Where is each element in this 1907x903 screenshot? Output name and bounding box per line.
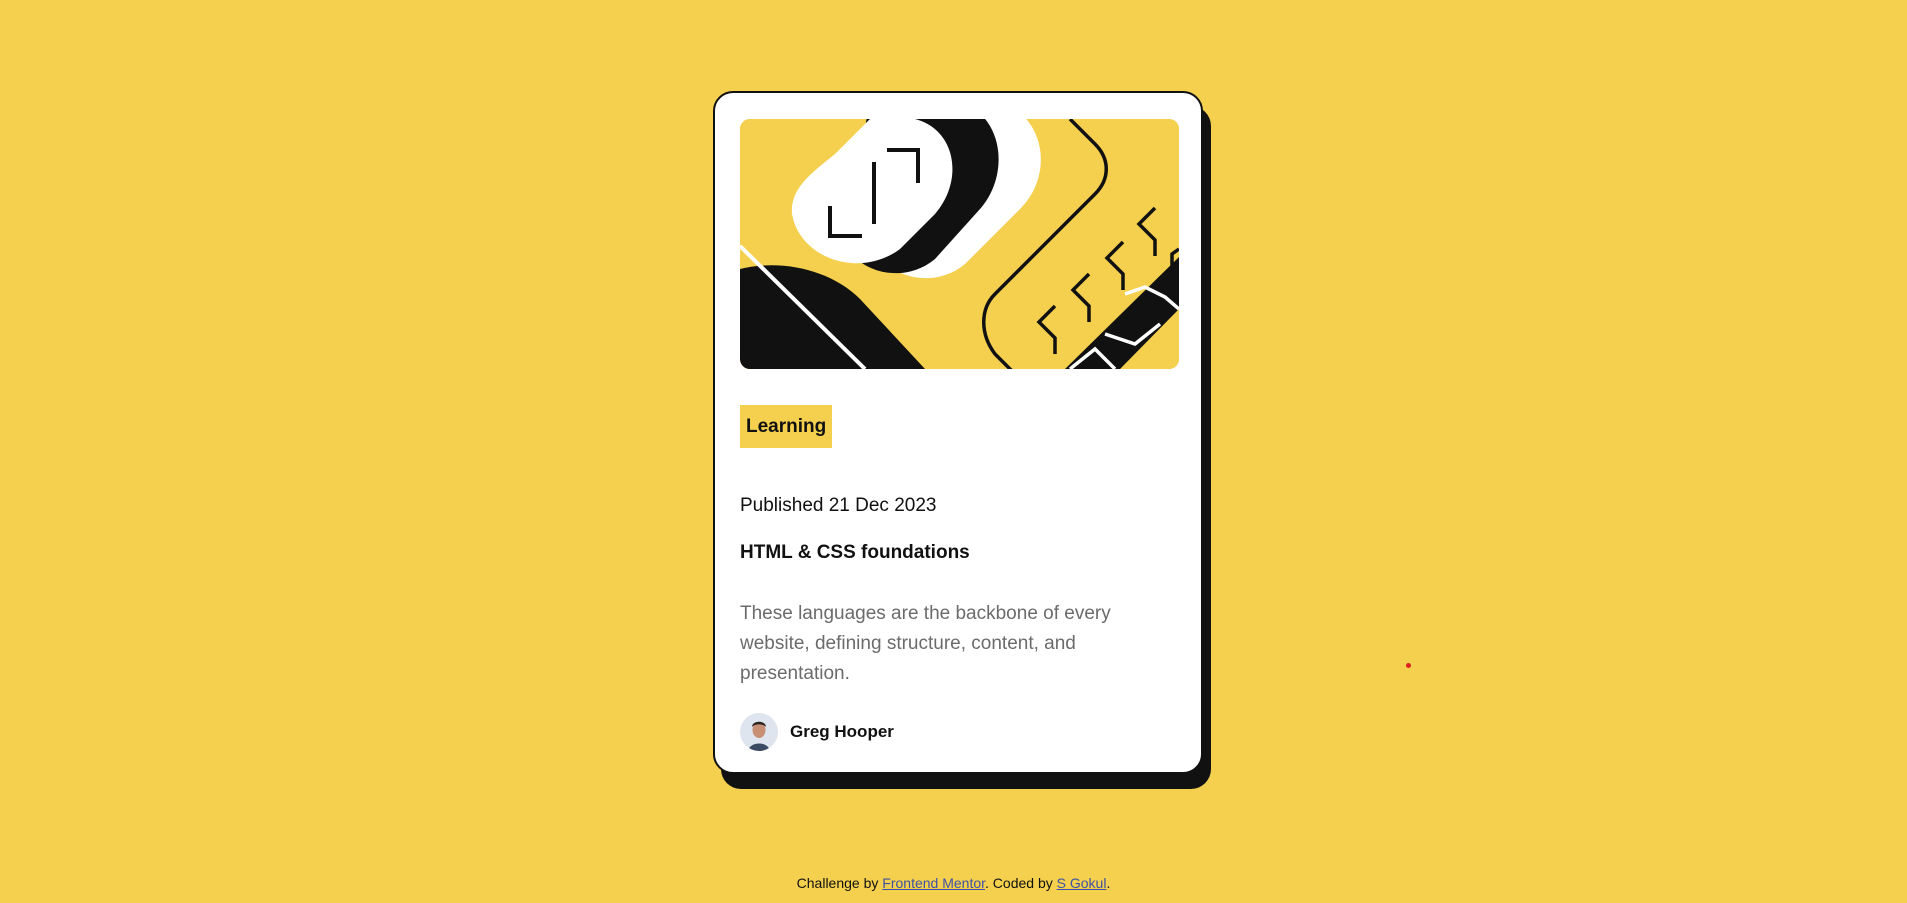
- avatar: [740, 713, 778, 751]
- attribution-middle: . Coded by: [985, 875, 1057, 891]
- category-tag-label: Learning: [746, 415, 827, 437]
- card-description: These languages are the backbone of ever…: [740, 603, 1111, 684]
- card-title[interactable]: HTML & CSS foundations: [740, 542, 970, 564]
- category-tag: Learning: [740, 405, 833, 448]
- frontend-mentor-link[interactable]: Frontend Mentor: [882, 875, 985, 891]
- page: Learning Published 21 Dec 2023 HTML & CS…: [0, 0, 1907, 903]
- red-dot-marker: [1406, 663, 1411, 668]
- attribution-suffix: .: [1106, 875, 1111, 891]
- author-name: Greg Hooper: [790, 722, 894, 741]
- attribution: Challenge by Frontend Mentor. Coded by S…: [0, 875, 1907, 891]
- blog-preview-card: Learning Published 21 Dec 2023 HTML & CS…: [713, 91, 1203, 774]
- user-avatar-photo-icon: [740, 713, 778, 751]
- abstract-geometric-illustration-icon: [740, 119, 1179, 369]
- hero-illustration: [740, 119, 1179, 369]
- author: Greg Hooper: [740, 712, 894, 752]
- published-date: Published 21 Dec 2023: [740, 495, 937, 516]
- attribution-prefix: Challenge by: [796, 875, 883, 891]
- author-link[interactable]: S Gokul: [1057, 875, 1107, 891]
